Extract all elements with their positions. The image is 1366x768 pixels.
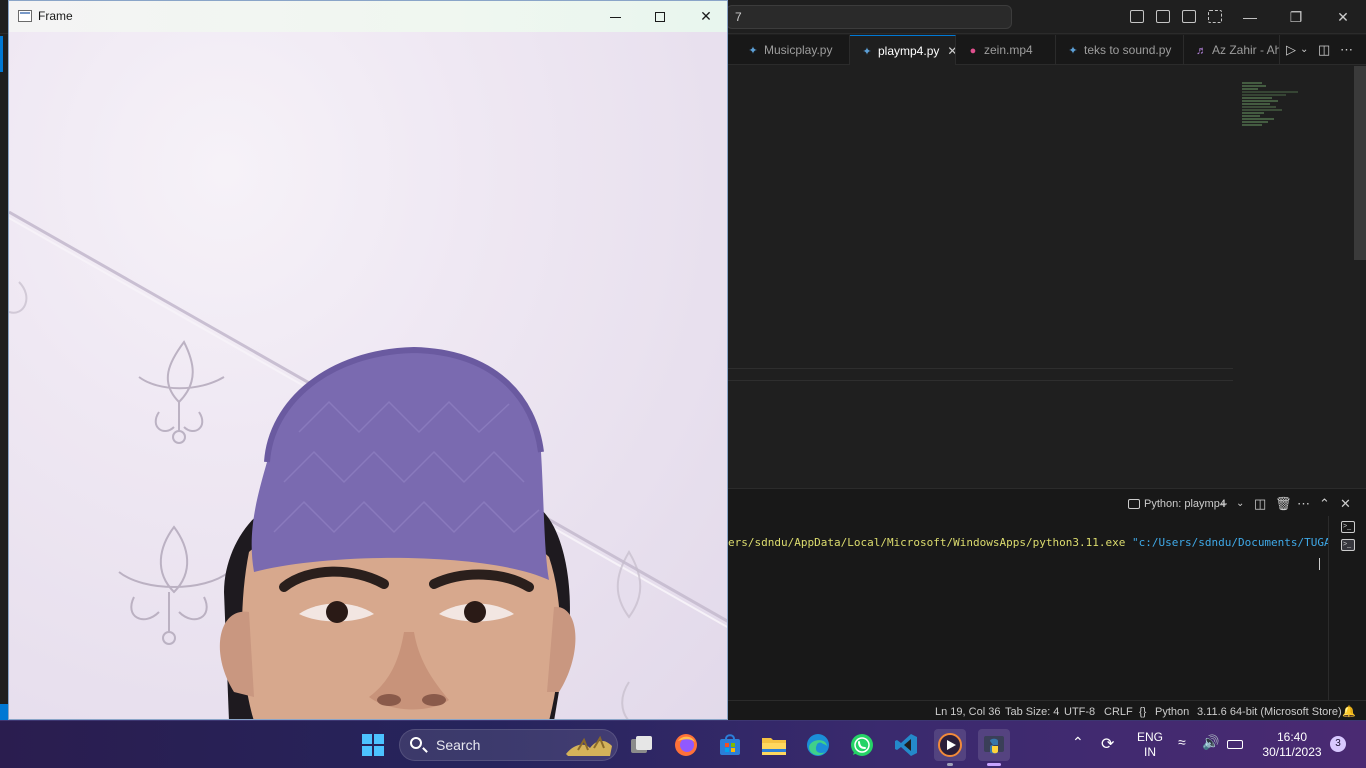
wall-ornament (118, 525, 230, 645)
vscode-close-icon[interactable]: ✕ (1331, 8, 1355, 26)
activity-indicator (0, 36, 3, 72)
language-line-2: IN (1144, 745, 1156, 759)
tab-zein-mp4[interactable]: ● zein.mp4 (956, 35, 1056, 65)
editor-scrollbar[interactable] (1354, 66, 1366, 260)
active-indicator (987, 763, 1001, 766)
close-icon[interactable]: ✕ (692, 5, 720, 27)
terminal-cursor (1319, 558, 1320, 570)
toggle-primary-sidebar-icon[interactable] (1130, 10, 1144, 23)
microsoft-store-icon[interactable] (714, 729, 746, 761)
left-ear (219, 611, 254, 697)
terminal-panel (728, 488, 1366, 700)
python-icon[interactable] (978, 729, 1010, 761)
desktop-screen: 7 — ❐ ✕ ✦ Musicplay.py ✦ playmp4.py ✕ ● zein… (0, 0, 1366, 768)
volume-icon[interactable]: 🔊 (1202, 735, 1219, 750)
close-panel-icon[interactable]: ✕ (1340, 495, 1351, 513)
running-indicator (947, 763, 953, 766)
window-app-icon (18, 10, 32, 22)
webcam-video-feed (9, 32, 727, 719)
show-hidden-icons-icon[interactable]: ⌃ (1072, 735, 1084, 750)
frame-window: Frame ✕ (8, 0, 728, 720)
terminal-command-arg: "c:/Users/sdndu/Documents/TUGAS KAMP (1131, 536, 1328, 549)
webcam-image (9, 210, 727, 719)
maximize-icon[interactable] (646, 5, 674, 27)
maximize-panel-icon[interactable]: ⌃ (1319, 495, 1330, 513)
battery-icon[interactable] (1227, 738, 1243, 753)
more-actions-icon[interactable]: ⋯ (1297, 495, 1310, 513)
media-player-icon[interactable] (934, 729, 966, 761)
trash-icon[interactable]: 🗑 (1275, 495, 1292, 513)
clock-time: 16:40 (1276, 730, 1308, 744)
sync-icon[interactable]: ⟳ (1101, 737, 1114, 753)
wall-ornament (138, 340, 225, 444)
terminal-icon (1128, 499, 1140, 510)
tab-az-zahir[interactable]: ♬ Az Zahir - Ahla (1184, 35, 1280, 65)
tab-playmp4[interactable]: ✦ playmp4.py ✕ (850, 35, 956, 65)
tab-label: teks to sound.py (1084, 43, 1172, 57)
status-bar: Ln 19, Col 36 Tab Size: 4 UTF-8 CRLF {} … (728, 700, 1366, 722)
tab-teks-to-sound[interactable]: ✦ teks to sound.py (1056, 35, 1184, 65)
new-terminal-icon[interactable]: + (1220, 495, 1228, 513)
taskbar-search-box[interactable]: Search (399, 729, 618, 761)
tab-label: Az Zahir - Ahla (1212, 43, 1280, 57)
more-actions-icon[interactable]: ⋯ (1340, 35, 1353, 65)
language-indicator[interactable]: ENG IN (1134, 730, 1166, 760)
tab-label: Musicplay.py (764, 43, 833, 57)
toggle-secondary-sidebar-icon[interactable] (1182, 10, 1196, 23)
audio-file-icon: ♬ (1196, 45, 1207, 57)
minimize-icon[interactable] (601, 5, 629, 27)
toggle-panel-icon[interactable] (1156, 10, 1170, 23)
terminal-output[interactable]: ers/sdndu/AppData/Local/Microsoft/Window… (728, 536, 1328, 550)
language-line-1: ENG (1136, 730, 1163, 744)
terminal-tab[interactable]: Python: playmp4 (1128, 495, 1226, 513)
firefox-icon[interactable] (670, 729, 702, 761)
terminal-list: >_ >_ (1328, 516, 1366, 700)
whatsapp-icon[interactable] (846, 729, 878, 761)
vscode-restore-icon[interactable]: ❐ (1284, 8, 1308, 26)
run-file-icon[interactable]: ▷ (1286, 35, 1296, 65)
python-file-icon: ✦ (862, 46, 872, 58)
clock[interactable]: 16:40 30/11/2023 (1256, 730, 1328, 760)
chevron-down-icon[interactable]: ⌄ (1236, 495, 1244, 513)
divider (728, 368, 1233, 369)
customize-layout-icon[interactable] (1208, 10, 1222, 23)
split-editor-icon[interactable]: ◫ (1318, 35, 1330, 65)
window-title: Frame (38, 9, 73, 23)
command-center[interactable]: 7 (726, 5, 1012, 29)
terminal-instance-icon[interactable]: >_ (1341, 521, 1355, 533)
start-icon[interactable] (357, 729, 389, 761)
vscode-icon[interactable] (890, 729, 922, 761)
search-icon (410, 737, 422, 749)
python-file-icon: ✦ (748, 45, 758, 57)
notification-badge[interactable]: 3 (1330, 736, 1346, 752)
search-highlight-icon (566, 735, 612, 756)
remote-indicator[interactable] (0, 704, 8, 720)
close-icon[interactable]: ✕ (947, 44, 955, 58)
tab-label: zein.mp4 (984, 43, 1033, 57)
video-file-icon: ● (969, 45, 977, 57)
windows-taskbar: Search ⌃ ⟳ ENG IN ≈ 🔊 16:40 30/11/2023 3 (0, 720, 1366, 768)
clock-date: 30/11/2023 (1262, 745, 1322, 759)
divider (728, 380, 1233, 381)
terminal-instance-icon[interactable]: >_ (1341, 539, 1355, 551)
edge-icon[interactable] (802, 729, 834, 761)
vscode-minimize-icon[interactable]: — (1238, 8, 1262, 26)
search-label: Search (436, 737, 481, 753)
minimap[interactable] (1242, 82, 1306, 154)
wifi-icon[interactable]: ≈ (1178, 735, 1186, 750)
terminal-command-path: ers/sdndu/AppData/Local/Microsoft/Window… (728, 536, 1126, 549)
vscode-activity-bar-edge (0, 34, 8, 720)
split-terminal-icon[interactable]: ◫ (1254, 495, 1266, 513)
chevron-down-icon[interactable]: ⌄ (1300, 35, 1308, 65)
frame-titlebar[interactable]: Frame ✕ (9, 1, 727, 32)
editor-tabs: ✦ Musicplay.py ✦ playmp4.py ✕ ● zein.mp4 ✦ te… (728, 35, 1366, 65)
task-view-icon[interactable] (626, 729, 658, 761)
python-file-icon: ✦ (1068, 45, 1078, 57)
tab-label: playmp4.py (878, 44, 940, 58)
file-explorer-icon[interactable] (758, 729, 790, 761)
terminal-tab-label: Python: playmp4 (1144, 498, 1226, 510)
tab-musicplay[interactable]: ✦ Musicplay.py (736, 35, 850, 65)
